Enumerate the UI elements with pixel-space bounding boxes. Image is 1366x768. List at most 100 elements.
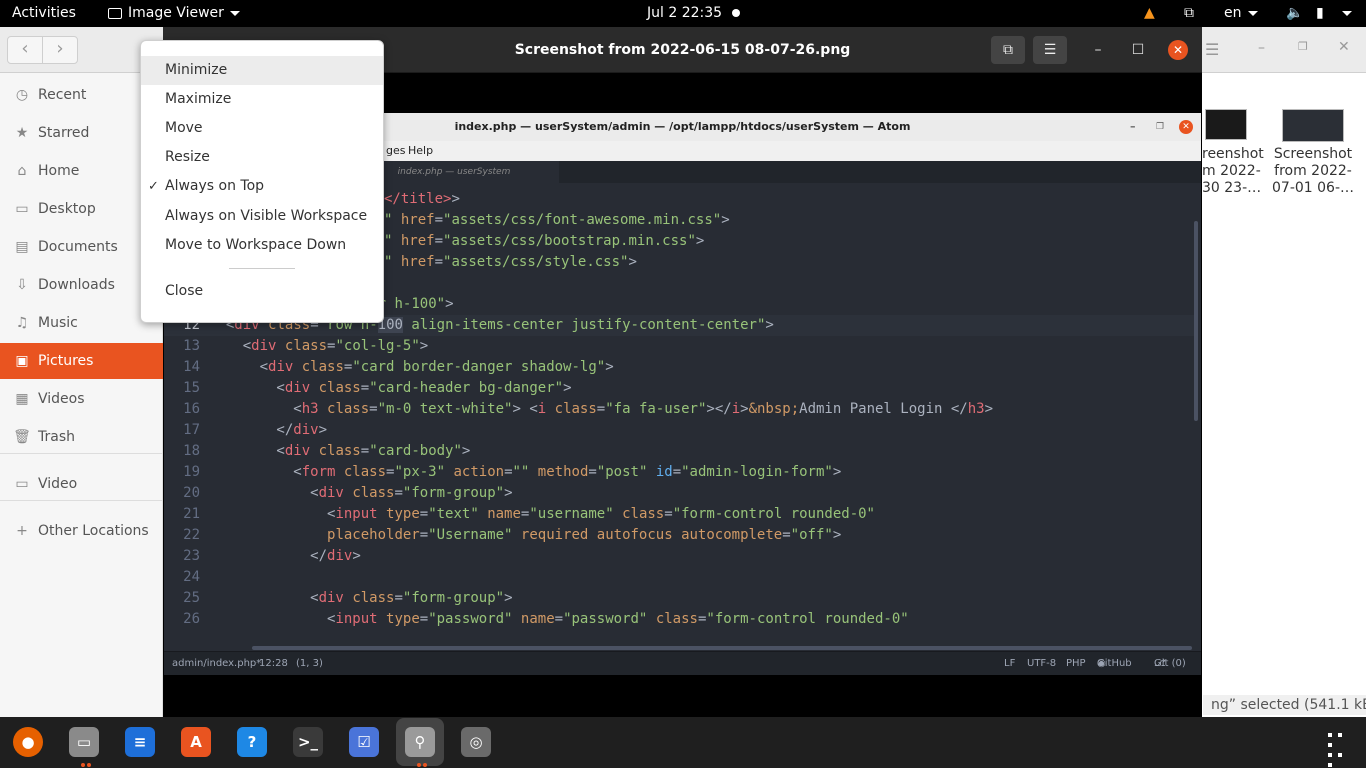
picture-icon: ▣ [15, 353, 29, 369]
back-button[interactable]: ‹ [7, 36, 43, 64]
code-token: "off" [790, 527, 833, 543]
code-line: 26 <input type="password" name="password… [164, 609, 1194, 630]
star-icon: ★ [15, 125, 29, 141]
menu-item-resize[interactable]: Resize [141, 143, 383, 172]
disc-icon[interactable]: ◎ [461, 727, 491, 757]
status-grammar: PHP [1066, 658, 1086, 669]
sidebar-separator [0, 500, 163, 501]
firefox-icon[interactable]: ● [13, 727, 43, 757]
sidebar-item-trash[interactable]: 🗑 Trash [0, 419, 163, 455]
close-icon[interactable]: ✕ [1338, 39, 1350, 55]
code-token: = [554, 611, 564, 627]
sidebar-item-video[interactable]: ▭ Video [0, 466, 163, 502]
menu-item-move[interactable]: Move [141, 114, 383, 143]
terminal-icon[interactable]: >_ [293, 727, 323, 757]
file-label-2[interactable]: Screenshot from 2022- 07-01 06-… [1266, 146, 1360, 197]
code-token: > [504, 485, 513, 501]
sidebar-item-videos[interactable]: ▦ Videos [0, 381, 163, 417]
menu-item-close[interactable]: Close [141, 277, 383, 306]
input-language-menu[interactable]: en [1224, 0, 1258, 27]
vlc-tray-icon[interactable]: ▲ [1144, 0, 1155, 27]
atom-menu-help: Help [408, 144, 434, 157]
code-token: > [352, 548, 361, 564]
menu-item-move-to-workspace-down[interactable]: Move to Workspace Down [141, 231, 383, 260]
status-github-label: GitHub [1097, 658, 1132, 669]
sidebar-item-music[interactable]: ♫ Music [0, 305, 163, 341]
code-token: type [386, 506, 420, 522]
code-token: "assets/css/style.css" [443, 254, 629, 270]
line-number: 14 [183, 359, 200, 375]
system-menu-caret[interactable] [1336, 0, 1352, 27]
minimize-button[interactable]: – [1088, 40, 1108, 60]
code-token: Admin Panel Login </ [799, 401, 968, 417]
software-icon[interactable]: A [181, 727, 211, 757]
sidebar-item-starred[interactable]: ★ Starred [0, 115, 163, 151]
vertical-scrollbar [1194, 221, 1198, 421]
code-line: 23 </div> [164, 546, 1194, 567]
show-apps-icon[interactable] [1325, 729, 1351, 768]
code-token: action [453, 464, 505, 480]
image-viewer-icon[interactable]: ⚲ [405, 727, 435, 757]
battery-icon[interactable]: ▮ [1316, 0, 1324, 27]
menu-item-always-on-visible-workspace[interactable]: Always on Visible Workspace [141, 202, 383, 231]
forward-button[interactable]: › [42, 36, 78, 64]
code-token: "assets/css/bootstrap.min.css" [443, 233, 696, 249]
help-icon[interactable]: ? [237, 727, 267, 757]
menu-button[interactable]: ☰ [1033, 36, 1067, 64]
code-token: class [327, 401, 370, 417]
writer-icon[interactable]: ≡ [125, 727, 155, 757]
code-text: </div> [209, 420, 327, 441]
menu-item-always-on-top[interactable]: ✓ Always on Top [141, 172, 383, 201]
maximize-icon[interactable]: ❐ [1298, 40, 1308, 53]
code-token: < [209, 380, 285, 396]
file-label-line: 07-01 06-… [1272, 180, 1354, 196]
atom-minimize-icon: – [1130, 120, 1136, 133]
image-viewer-app-icon [108, 7, 122, 19]
status-file: admin/index.php* [172, 658, 262, 669]
code-token: align-items-center justify-content-cente… [402, 317, 766, 333]
sidebar-item-other-locations[interactable]: + Other Locations [0, 513, 163, 549]
sidebar-item-recent[interactable]: ◷ Recent [0, 77, 163, 113]
sidebar-item-documents[interactable]: ▤ Documents [0, 229, 163, 265]
code-text: <div class="form-group"> [209, 588, 512, 609]
files-icon[interactable]: ▭ [69, 727, 99, 757]
close-button[interactable]: ✕ [1168, 40, 1188, 60]
maximize-button[interactable]: ☐ [1128, 40, 1148, 60]
clock[interactable]: Jul 2 22:35 [647, 0, 722, 27]
code-token: div [318, 590, 344, 606]
code-text: <input type="password" name="password" c… [209, 609, 909, 630]
sidebar-item-desktop[interactable]: ▭ Desktop [0, 191, 163, 227]
file-thumbnail-1[interactable] [1205, 109, 1247, 140]
code-line: 13 <div class="col-lg-5"> [164, 336, 1194, 357]
chevron-down-icon [1342, 10, 1352, 16]
code-token: = [394, 485, 403, 501]
code-token: autofocus [596, 527, 673, 543]
menu-icon[interactable]: ☰ [1205, 40, 1219, 59]
app-menu-button[interactable]: Image Viewer [108, 0, 240, 27]
code-token: div [268, 359, 294, 375]
screen-share-icon[interactable]: ⧉ [1184, 0, 1194, 27]
running-indicator [87, 763, 91, 767]
code-token: = [360, 443, 370, 459]
volume-icon[interactable]: 🔈 [1286, 0, 1303, 27]
minimize-icon[interactable]: – [1258, 40, 1265, 56]
gallery-button[interactable]: ⧉ [991, 36, 1025, 64]
tasks-icon[interactable]: ☑ [349, 727, 379, 757]
menu-item-maximize[interactable]: Maximize [141, 85, 383, 114]
code-token: div [284, 380, 311, 396]
sidebar-item-downloads[interactable]: ⇩ Downloads [0, 267, 163, 303]
menu-item-minimize[interactable]: Minimize [141, 56, 383, 85]
code-token: i [537, 401, 547, 417]
code-token: > [419, 338, 429, 354]
file-thumbnail-2[interactable] [1282, 109, 1344, 142]
activities-button[interactable]: Activities [12, 0, 76, 27]
sidebar-item-pictures[interactable]: ▣ Pictures [0, 343, 163, 379]
file-label-1[interactable]: reenshot m 2022- 30 23-… [1202, 146, 1264, 197]
line-number: 25 [183, 590, 200, 606]
sidebar-item-home[interactable]: ⌂ Home [0, 153, 163, 189]
